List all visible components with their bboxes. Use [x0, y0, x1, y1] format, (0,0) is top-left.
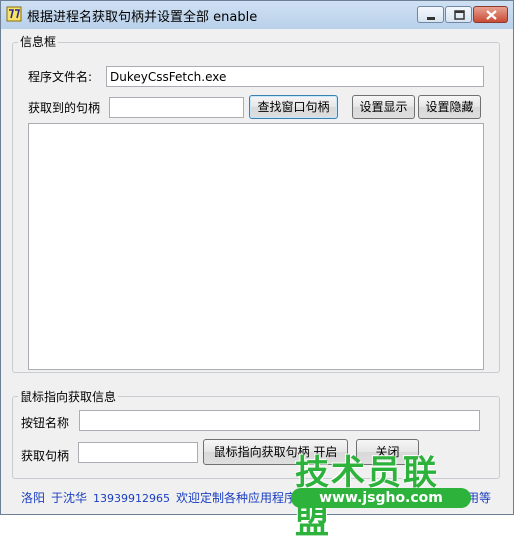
- footer-note: 欢迎定制各种应用程序: [176, 491, 297, 505]
- title-bar[interactable]: 根据进程名获取句柄并设置全部 enable: [1, 1, 513, 29]
- mouse-groupbox: [12, 396, 500, 479]
- footer-tail: 用等: [467, 491, 492, 505]
- footer-name: 于沈华: [51, 491, 88, 505]
- mouse-group-title: 鼠标指向获取信息: [18, 388, 119, 405]
- close-window-button[interactable]: [473, 6, 508, 23]
- app-window: 根据进程名获取句柄并设置全部 enable 信息框 程序文件名: 获取到的句柄 …: [0, 0, 514, 542]
- find-window-handle-button[interactable]: 查找窗口句柄: [249, 95, 338, 119]
- set-show-button[interactable]: 设置显示: [352, 95, 415, 119]
- get-handle-input[interactable]: [78, 442, 198, 463]
- set-hide-button[interactable]: 设置隐藏: [418, 95, 481, 119]
- footer: 洛阳 于沈华 13939912965 欢迎定制各种应用程序: [21, 489, 302, 506]
- button-name-label: 按钮名称: [21, 416, 70, 430]
- window-title: 根据进程名获取句柄并设置全部 enable: [27, 10, 258, 25]
- footer-phone: 13939912965: [93, 492, 171, 505]
- maximize-button[interactable]: [445, 6, 472, 23]
- program-file-label: 程序文件名:: [28, 70, 93, 84]
- footer-city: 洛阳: [21, 491, 46, 505]
- get-handle-label: 获取句柄: [21, 449, 70, 463]
- close-button[interactable]: 关闭: [356, 439, 419, 465]
- watermark-url: www.jsgho.com: [291, 488, 471, 508]
- output-textarea[interactable]: [28, 123, 484, 370]
- app-icon: [6, 6, 22, 22]
- button-name-input[interactable]: [79, 410, 480, 431]
- mouse-handle-toggle-button[interactable]: 鼠标指向获取句柄 开启: [203, 439, 348, 465]
- program-file-input[interactable]: [106, 66, 484, 87]
- handle-input[interactable]: [109, 97, 244, 118]
- maximize-icon: [454, 10, 465, 20]
- handle-label: 获取到的句柄: [28, 101, 101, 115]
- minimize-button[interactable]: [417, 6, 444, 23]
- close-icon: [486, 10, 497, 20]
- info-group-title: 信息框: [18, 33, 59, 50]
- minimize-icon: [427, 17, 435, 20]
